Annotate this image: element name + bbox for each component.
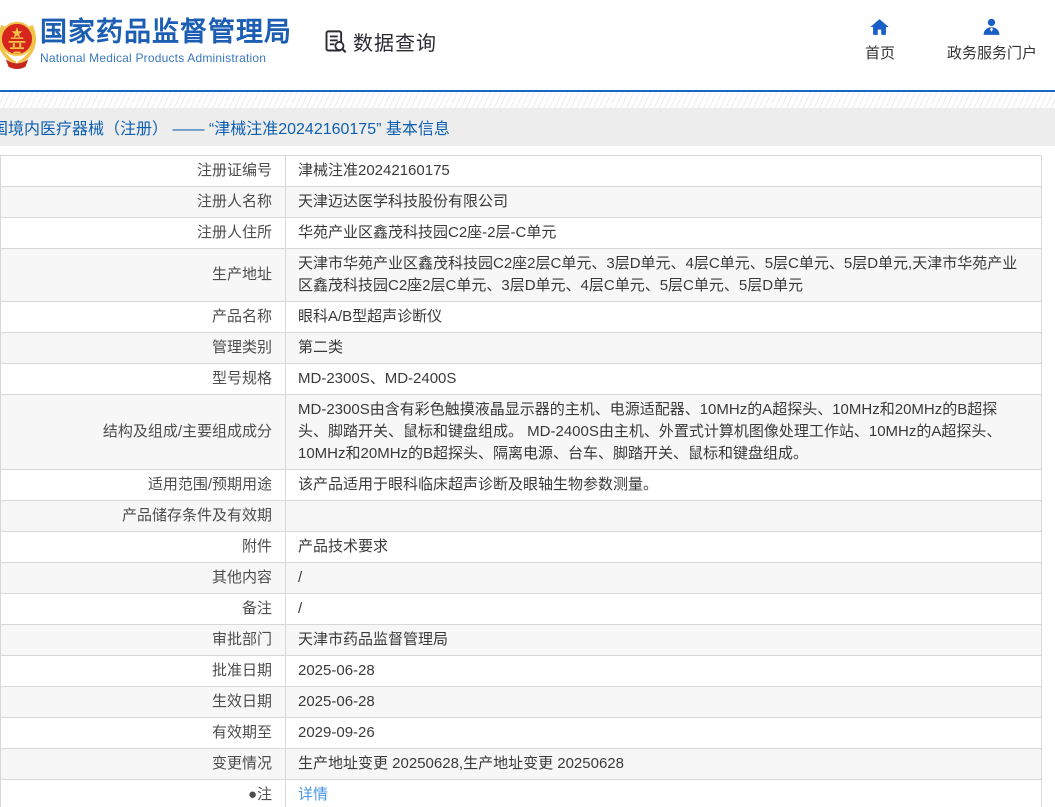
table-row: 其他内容 / (0, 562, 1042, 594)
detail-link[interactable]: 详情 (298, 786, 328, 803)
table-row: 型号规格 MD-2300S、MD-2400S (0, 363, 1042, 395)
table-row: 备注 / (0, 593, 1042, 625)
row-value: 产品技术要求 (285, 531, 1042, 563)
row-label: 其他内容 (0, 562, 286, 594)
row-label: 生效日期 (0, 686, 286, 718)
row-label: 生产地址 (0, 248, 286, 302)
table-row: 结构及组成/主要组成成分 MD-2300S由含有彩色触摸液晶显示器的主机、电源适配… (0, 394, 1042, 470)
row-value: 天津市药品监督管理局 (285, 624, 1042, 656)
row-value: 津械注准20242160175 (285, 155, 1042, 187)
row-value: 2025-06-28 (285, 655, 1042, 687)
row-label: 注册证编号 (0, 155, 286, 187)
row-label: 注册人名称 (0, 186, 286, 218)
table-row: 产品名称 眼科A/B型超声诊断仪 (0, 301, 1042, 333)
nav-home[interactable]: 首页 (865, 17, 895, 63)
row-label: 适用范围/预期用途 (0, 469, 286, 501)
row-value: 眼科A/B型超声诊断仪 (285, 301, 1042, 333)
data-query-icon (325, 30, 347, 54)
row-value: 该产品适用于眼科临床超声诊断及眼轴生物参数测量。 (285, 469, 1042, 501)
org-title: 国家药品监督管理局 (40, 17, 292, 47)
table-row: 附件 产品技术要求 (0, 531, 1042, 563)
page-title: 国境内医疗器械（注册） —— “津械注准20242160175” 基本信息 (0, 121, 450, 138)
nav-portal[interactable]: 政务服务门户 (947, 17, 1037, 63)
device-info-table: 注册证编号 津械注准20242160175 注册人名称 天津迈达医学科技股份有限公司注… (0, 155, 1042, 807)
nav-home-label: 首页 (864, 45, 895, 62)
table-row: 有效期至 2029-09-26 (0, 717, 1042, 749)
row-value: 生产地址变更 20250628,生产地址变更 20250628 (285, 748, 1042, 780)
table-row: 管理类别 第二类 (0, 332, 1042, 364)
hatched-divider (0, 92, 1055, 108)
row-label: 批准日期 (0, 655, 286, 687)
row-value: 详情 (285, 779, 1042, 807)
info-table-body: 注册证编号 津械注准20242160175 注册人名称 天津迈达医学科技股份有限公司注… (0, 155, 1042, 807)
row-label: 变更情况 (0, 748, 286, 780)
row-label: 注册人住所 (0, 217, 286, 249)
table-row: 注册人名称 天津迈达医学科技股份有限公司 (0, 186, 1042, 218)
row-value: 第二类 (285, 332, 1042, 364)
user-icon (984, 18, 1000, 35)
table-row: 变更情况 生产地址变更 20250628,生产地址变更 20250628 (0, 748, 1042, 780)
row-label: 产品储存条件及有效期 (0, 500, 286, 532)
table-row: 生效日期 2025-06-28 (0, 686, 1042, 718)
table-row: 适用范围/预期用途 该产品适用于眼科临床超声诊断及眼轴生物参数测量。 (0, 469, 1042, 501)
data-query-label: 数据查询 (353, 33, 437, 55)
row-label: 附件 (0, 531, 286, 563)
row-label: 型号规格 (0, 363, 286, 395)
table-row: 注册证编号 津械注准20242160175 (0, 155, 1042, 187)
row-value: 华苑产业区鑫茂科技园C2座-2层-C单元 (285, 217, 1042, 249)
national-emblem-logo (0, 21, 36, 69)
home-icon (870, 19, 890, 35)
row-label: 审批部门 (0, 624, 286, 656)
nav-portal-label: 政务服务门户 (946, 45, 1037, 62)
table-row: 审批部门 天津市药品监督管理局 (0, 624, 1042, 656)
row-value: / (285, 562, 1042, 594)
row-label: 备注 (0, 593, 286, 625)
row-value: 天津市华苑产业区鑫茂科技园C2座2层C单元、3层D单元、4层C单元、5层C单元、… (285, 248, 1042, 302)
breadcrumb: 国境内医疗器械（注册） —— “津械注准20242160175” 基本信息 (0, 108, 1055, 146)
row-label: 结构及组成/主要组成成分 (0, 394, 286, 470)
row-label: ●注 (0, 779, 286, 807)
row-value: 2025-06-28 (285, 686, 1042, 718)
row-value (285, 500, 1042, 532)
data-query-nav[interactable]: 数据查询 (322, 27, 437, 56)
row-value: MD-2300S、MD-2400S (285, 363, 1042, 395)
table-row: 注册人住所 华苑产业区鑫茂科技园C2座-2层-C单元 (0, 217, 1042, 249)
table-row: 批准日期 2025-06-28 (0, 655, 1042, 687)
org-subtitle: National Medical Products Administration (40, 51, 267, 65)
table-row: ●注 详情 (0, 779, 1042, 807)
table-row: 产品储存条件及有效期 (0, 500, 1042, 532)
row-value: MD-2300S由含有彩色触摸液晶显示器的主机、电源适配器、10MHz的A超探头… (285, 394, 1042, 470)
row-value: 天津迈达医学科技股份有限公司 (285, 186, 1042, 218)
row-label: 产品名称 (0, 301, 286, 333)
site-header: 国家药品监督管理局 National Medical Products Admi… (0, 0, 1055, 90)
row-label: 有效期至 (0, 717, 286, 749)
row-value: 2029-09-26 (285, 717, 1042, 749)
row-value: / (285, 593, 1042, 625)
table-row: 生产地址 天津市华苑产业区鑫茂科技园C2座2层C单元、3层D单元、4层C单元、5层… (0, 248, 1042, 302)
row-label: 管理类别 (0, 332, 286, 364)
